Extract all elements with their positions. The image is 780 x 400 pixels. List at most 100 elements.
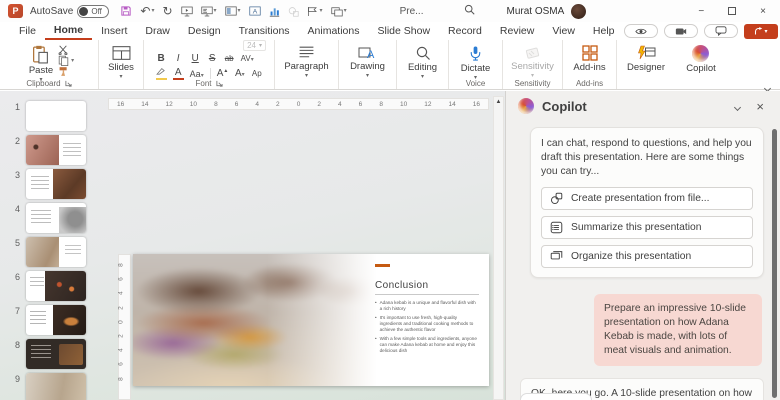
- slide-5-thumbnail[interactable]: [26, 237, 86, 267]
- thumbnail-row-4[interactable]: 4: [6, 203, 100, 233]
- save-button[interactable]: [120, 5, 132, 17]
- accent-dash: [375, 264, 390, 267]
- collapse-panel-button[interactable]: [735, 97, 740, 115]
- copilot-conversation[interactable]: I can chat, respond to questions, and he…: [506, 123, 770, 400]
- start-slideshow-button[interactable]: [181, 6, 193, 17]
- shapes-button[interactable]: [288, 6, 299, 17]
- slide-8-thumbnail[interactable]: [26, 339, 86, 369]
- canvas-scrollbar[interactable]: ▲: [493, 96, 504, 400]
- slide-7-thumbnail[interactable]: [26, 305, 86, 335]
- tab-slideshow[interactable]: Slide Show: [369, 23, 440, 39]
- textbox-button[interactable]: A: [249, 6, 261, 16]
- copy-button[interactable]: ▾: [58, 55, 74, 66]
- font-dialog-launcher[interactable]: [216, 80, 223, 87]
- slide-6-thumbnail[interactable]: [26, 271, 86, 301]
- format-painter-button[interactable]: [58, 66, 74, 77]
- paragraph-button[interactable]: Paragraph▾: [279, 43, 333, 82]
- tab-view[interactable]: View: [543, 23, 584, 39]
- copilot-ribbon-button[interactable]: Copilot: [681, 43, 721, 77]
- tab-draw[interactable]: Draw: [136, 23, 179, 39]
- slide-text-area[interactable]: Conclusion • Adana kebab is a unique and…: [375, 264, 479, 380]
- drawing-button[interactable]: A Drawing▾: [345, 43, 390, 82]
- change-case-button[interactable]: Aa▾: [190, 69, 204, 79]
- callout-button[interactable]: ▾: [307, 6, 323, 17]
- strikethrough-button[interactable]: S: [207, 53, 218, 64]
- cameo-button[interactable]: [664, 24, 698, 38]
- slide-2-thumbnail[interactable]: [26, 135, 86, 165]
- thumbnail-row-9[interactable]: 9: [6, 373, 100, 400]
- slideshow-options-button[interactable]: ▾: [201, 6, 217, 17]
- thumbnail-row-6[interactable]: 6: [6, 271, 100, 301]
- dictate-button[interactable]: Dictate▾: [456, 43, 496, 84]
- close-button[interactable]: ×: [760, 6, 766, 17]
- font-color-button[interactable]: A: [173, 68, 184, 80]
- addins-button[interactable]: Add-ins: [568, 43, 610, 76]
- slide-title[interactable]: Conclusion: [375, 280, 479, 291]
- partial-suggestion-chip[interactable]: [520, 393, 592, 400]
- tab-transitions[interactable]: Transitions: [230, 23, 299, 39]
- autosave-toggle[interactable]: Off: [77, 5, 109, 18]
- share-button[interactable]: ▾: [744, 24, 778, 39]
- italic-button[interactable]: I: [173, 53, 184, 64]
- clear-formatting-button[interactable]: Ap: [251, 69, 262, 78]
- redo-button[interactable]: ↻: [162, 5, 172, 17]
- addins-group: Add-ins Add-ins: [563, 40, 617, 89]
- designer-button[interactable]: Designer: [622, 43, 670, 76]
- comments-button[interactable]: [704, 24, 738, 38]
- font-size-combo[interactable]: 24▾: [243, 40, 266, 51]
- organize-presentation-button[interactable]: Organize this presentation: [541, 245, 753, 268]
- bold-button[interactable]: B: [156, 53, 167, 64]
- insert-chart-button[interactable]: [269, 6, 280, 17]
- summarize-presentation-button[interactable]: Summarize this presentation: [541, 216, 753, 239]
- tab-file[interactable]: File: [10, 23, 45, 39]
- create-presentation-button[interactable]: Create presentation from file...: [541, 187, 753, 210]
- slideshow-icon: [201, 6, 213, 17]
- thumbnail-row-2[interactable]: 2: [6, 135, 100, 165]
- slide-thumbnail-panel[interactable]: 1 2 3 4 5 6 7: [0, 91, 100, 400]
- tab-record[interactable]: Record: [439, 23, 491, 39]
- slide-9-thumbnail[interactable]: [26, 373, 86, 400]
- scroll-up-icon[interactable]: ▲: [494, 97, 503, 105]
- sensitivity-button[interactable]: Sensitivity▾: [506, 43, 559, 82]
- slide-3-thumbnail[interactable]: [26, 169, 86, 199]
- shrink-font-label: A: [235, 68, 242, 79]
- thumbnail-row-7[interactable]: 7: [6, 305, 100, 335]
- thumbnail-row-3[interactable]: 3: [6, 169, 100, 199]
- slides-button[interactable]: Slides▾: [103, 43, 139, 83]
- tab-design[interactable]: Design: [179, 23, 230, 39]
- format-object-button[interactable]: ▾: [331, 6, 347, 17]
- presenter-view-button[interactable]: [624, 24, 658, 38]
- tab-home[interactable]: Home: [45, 22, 92, 40]
- tab-insert[interactable]: Insert: [92, 23, 136, 39]
- user-avatar[interactable]: [571, 4, 586, 19]
- layout-button[interactable]: ▾: [225, 6, 241, 16]
- grow-font-button[interactable]: A▲: [217, 68, 229, 79]
- collapse-ribbon-button[interactable]: [765, 78, 772, 85]
- cut-button[interactable]: [58, 45, 74, 55]
- tab-animations[interactable]: Animations: [299, 23, 369, 39]
- undo-button[interactable]: ↶▾: [140, 5, 154, 17]
- close-panel-button[interactable]: ×: [756, 99, 764, 114]
- underline-button[interactable]: U: [190, 53, 201, 64]
- minimize-button[interactable]: −: [698, 6, 704, 17]
- user-name[interactable]: Murat OSMA: [506, 6, 564, 17]
- clipboard-dialog-launcher[interactable]: [65, 80, 72, 87]
- autosave-control[interactable]: AutoSave Off: [30, 5, 109, 18]
- slide-4-thumbnail[interactable]: [26, 203, 86, 233]
- shrink-font-button[interactable]: A▾: [234, 68, 245, 79]
- search-button[interactable]: [464, 4, 475, 18]
- thumbnail-row-8[interactable]: 8: [6, 339, 100, 369]
- thumbnail-row-5[interactable]: 5: [6, 237, 100, 267]
- thumbnail-row-1[interactable]: 1: [6, 101, 100, 131]
- copilot-scrollbar[interactable]: [772, 129, 777, 398]
- powerpoint-app-icon: P: [8, 4, 23, 18]
- character-spacing-button[interactable]: AV▾: [241, 54, 254, 63]
- current-slide[interactable]: Conclusion • Adana kebab is a unique and…: [133, 254, 489, 386]
- text-shadow-button[interactable]: ab: [224, 54, 235, 63]
- tab-help[interactable]: Help: [584, 23, 624, 39]
- slide-number: 2: [6, 135, 20, 146]
- slide-1-thumbnail[interactable]: [26, 101, 86, 131]
- maximize-button[interactable]: [728, 7, 736, 15]
- tab-review[interactable]: Review: [491, 23, 543, 39]
- editing-button[interactable]: Editing▾: [403, 43, 442, 83]
